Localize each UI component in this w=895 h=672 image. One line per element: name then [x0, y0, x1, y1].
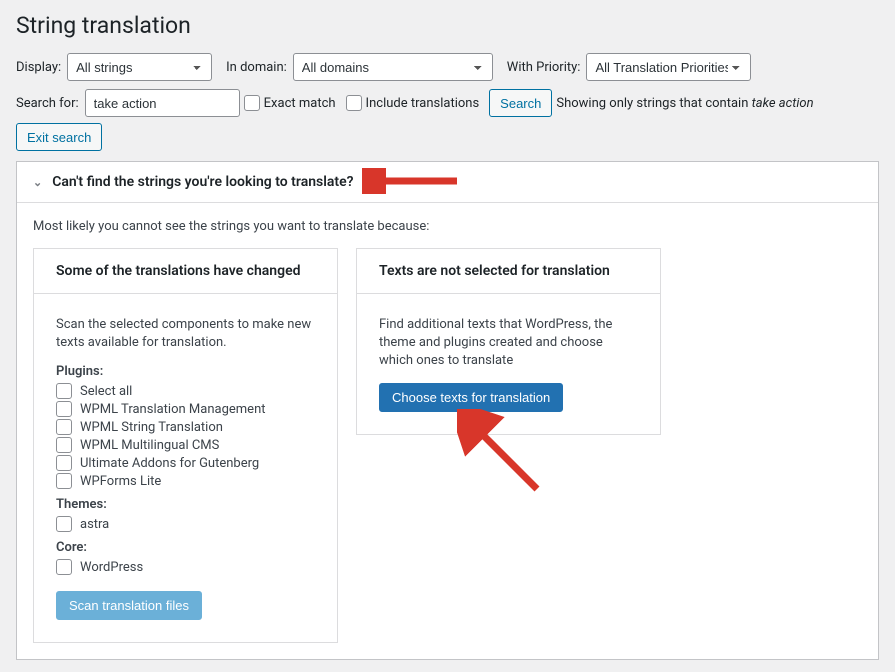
- domain-label: In domain:: [226, 60, 287, 75]
- plugin-checkbox[interactable]: [56, 455, 72, 471]
- include-translations-checkbox[interactable]: [346, 95, 362, 111]
- showing-text: Showing only strings that contain take a…: [556, 96, 813, 111]
- help-panel: ⌄ Can't find the strings you're looking …: [16, 161, 879, 660]
- card2-desc: Find additional texts that WordPress, th…: [379, 316, 638, 371]
- display-label: Display:: [16, 60, 61, 75]
- plugin-label: WPML Translation Management: [80, 402, 266, 417]
- exact-match-label: Exact match: [264, 96, 336, 111]
- themes-group-label: Themes:: [56, 497, 315, 512]
- include-translations-label: Include translations: [366, 96, 480, 111]
- theme-item: astra: [56, 516, 315, 532]
- plugins-group-label: Plugins:: [56, 364, 315, 379]
- theme-label: astra: [80, 517, 109, 532]
- plugin-item: WPForms Lite: [56, 473, 315, 489]
- card2-title: Texts are not selected for translation: [357, 249, 660, 294]
- priority-label: With Priority:: [507, 60, 581, 75]
- core-group-label: Core:: [56, 540, 315, 555]
- plugin-checkbox[interactable]: [56, 419, 72, 435]
- search-button[interactable]: Search: [489, 89, 552, 117]
- plugin-label: Select all: [80, 384, 132, 399]
- plugin-label: Ultimate Addons for Gutenberg: [80, 456, 259, 471]
- core-checkbox[interactable]: [56, 559, 72, 575]
- core-label: WordPress: [80, 560, 143, 575]
- plugin-item: Select all: [56, 383, 315, 399]
- scan-translation-files-button[interactable]: Scan translation files: [56, 591, 202, 620]
- plugin-label: WPForms Lite: [80, 474, 161, 489]
- card1-title: Some of the translations have changed: [34, 249, 337, 294]
- exact-match-checkbox[interactable]: [244, 95, 260, 111]
- exit-search-button[interactable]: Exit search: [16, 123, 102, 151]
- card1-desc: Scan the selected components to make new…: [56, 316, 315, 352]
- filter-row: Display: All strings In domain: All doma…: [16, 53, 879, 81]
- theme-checkbox[interactable]: [56, 516, 72, 532]
- page-title: String translation: [16, 12, 879, 39]
- plugin-item: WPML String Translation: [56, 419, 315, 435]
- plugin-checkbox[interactable]: [56, 383, 72, 399]
- plugin-label: WPML String Translation: [80, 420, 223, 435]
- search-label: Search for:: [16, 96, 79, 111]
- card-texts-not-selected: Texts are not selected for translation F…: [356, 248, 661, 435]
- plugin-item: WPML Multilingual CMS: [56, 437, 315, 453]
- plugin-checkbox[interactable]: [56, 437, 72, 453]
- panel-body: Most likely you cannot see the strings y…: [17, 203, 878, 659]
- search-row: Search for: Exact match Include translat…: [16, 89, 879, 151]
- cards-container: Some of the translations have changed Sc…: [33, 248, 862, 643]
- accordion-toggle[interactable]: ⌄ Can't find the strings you're looking …: [17, 162, 878, 203]
- lead-text: Most likely you cannot see the strings y…: [33, 219, 862, 234]
- plugin-item: WPML Translation Management: [56, 401, 315, 417]
- card-translations-changed: Some of the translations have changed Sc…: [33, 248, 338, 643]
- chevron-down-icon: ⌄: [33, 176, 42, 189]
- plugin-item: Ultimate Addons for Gutenberg: [56, 455, 315, 471]
- plugin-checkbox[interactable]: [56, 473, 72, 489]
- choose-texts-button[interactable]: Choose texts for translation: [379, 383, 563, 412]
- search-input[interactable]: [85, 89, 240, 117]
- search-term: take action: [752, 96, 814, 111]
- plugin-label: WPML Multilingual CMS: [80, 438, 219, 453]
- core-item: WordPress: [56, 559, 315, 575]
- priority-select[interactable]: All Translation Priorities: [586, 53, 751, 81]
- domain-select[interactable]: All domains: [293, 53, 493, 81]
- accordion-title: Can't find the strings you're looking to…: [52, 174, 353, 190]
- display-select[interactable]: All strings: [67, 53, 212, 81]
- plugin-checkbox[interactable]: [56, 401, 72, 417]
